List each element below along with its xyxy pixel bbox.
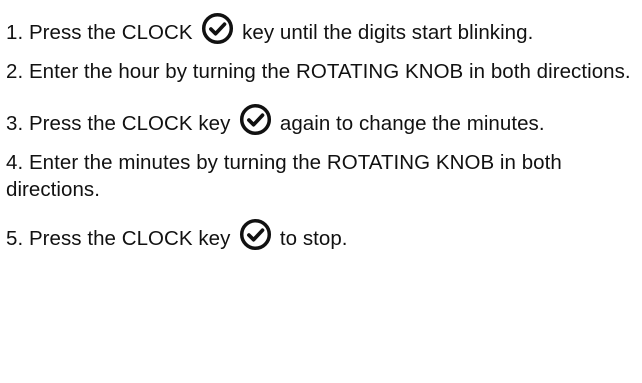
step-4: 4. Enter the minutes by turning the ROTA… (6, 149, 642, 203)
step-5: 5. Press the CLOCK key to stop. (6, 218, 642, 252)
clock-check-icon (239, 103, 272, 136)
step-3-text-after: again to change the minutes. (274, 112, 545, 135)
step-3-text-before: 3. Press the CLOCK key (6, 112, 237, 135)
step-4-text: 4. Enter the minutes by turning the ROTA… (6, 151, 562, 201)
step-1-text-after: key until the digits start blinking. (236, 21, 534, 44)
step-5-text-after: to stop. (274, 227, 348, 250)
step-2: 2. Enter the hour by turning the ROTATIN… (6, 58, 642, 85)
step-3: 3. Press the CLOCK key again to change t… (6, 103, 642, 137)
clock-check-icon (239, 218, 272, 251)
clock-check-icon (201, 12, 234, 45)
step-1: 1. Press the CLOCK key until the digits … (6, 12, 642, 46)
step-5-text-before: 5. Press the CLOCK key (6, 227, 237, 250)
step-1-text-before: 1. Press the CLOCK (6, 21, 199, 44)
instruction-list: 1. Press the CLOCK key until the digits … (0, 0, 642, 252)
step-2-text: 2. Enter the hour by turning the ROTATIN… (6, 60, 631, 83)
